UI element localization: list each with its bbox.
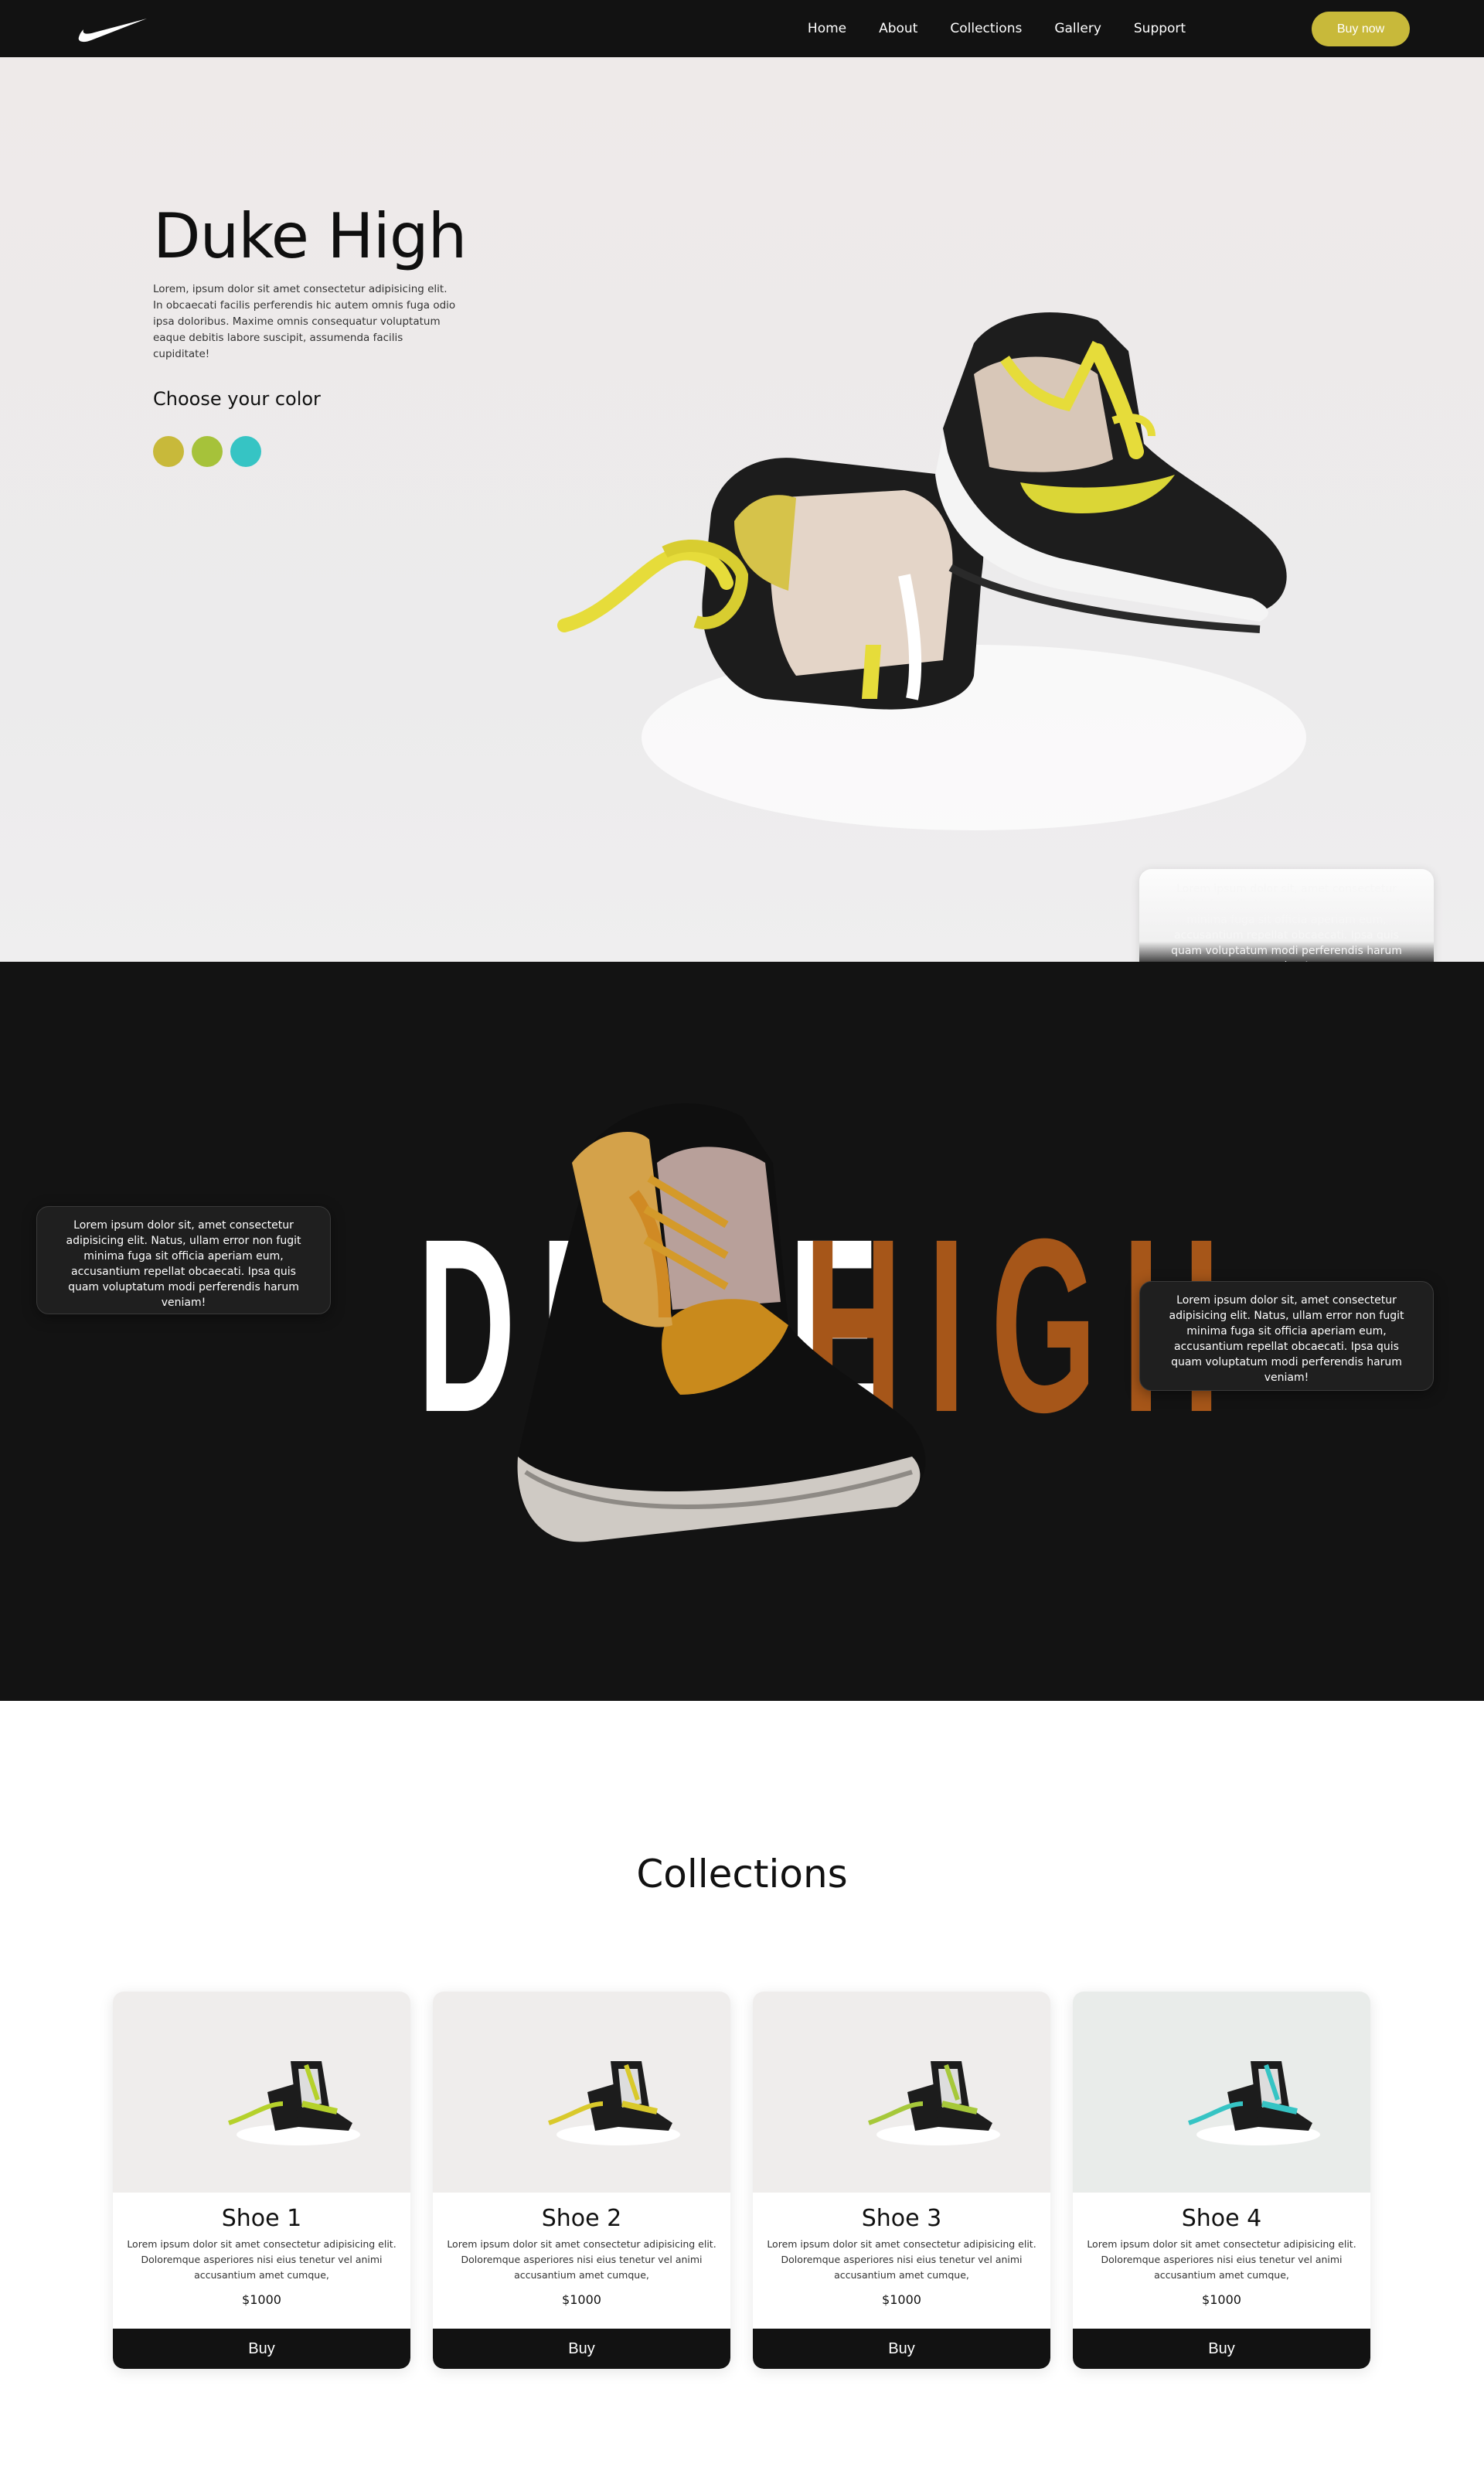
product-image [753,1992,1050,2193]
color-swatch-lime[interactable] [192,436,223,467]
top-navbar: Home About Collections Gallery Support B… [0,0,1484,57]
color-swatch-mustard[interactable] [153,436,184,467]
product-description: Lorem ipsum dolor sit amet consectetur a… [1087,2238,1356,2281]
hero-info-card: Lorem ipsum dolor sit, amet consectetur … [1139,869,1434,962]
nav-link-about[interactable]: About [879,20,917,37]
product-image [1073,1992,1370,2193]
product-price: $1000 [882,2292,921,2307]
hero-section: Duke High Lorem, ipsum dolor sit amet co… [0,57,1484,962]
nav-link-support[interactable]: Support [1134,20,1186,37]
product-card: Shoe 3 Lorem ipsum dolor sit amet consec… [753,1992,1050,2369]
hero-sneaker-image [557,312,1306,830]
nav-link-collections[interactable]: Collections [950,20,1022,37]
product-name: Shoe 3 [861,2205,942,2232]
product-buy-button[interactable]: Buy [433,2329,730,2369]
nav-link-gallery[interactable]: Gallery [1054,20,1101,37]
product-description: Lorem ipsum dolor sit amet consectetur a… [127,2238,397,2281]
product-buy-button[interactable]: Buy [1073,2329,1370,2369]
nav-link-home[interactable]: Home [808,20,846,37]
color-swatches [153,436,261,467]
showcase-section: DUKE HIGH Lorem ipsum dolor sit, amet co… [0,962,1484,1701]
showcase-right-card-text: Lorem ipsum dolor sit, amet consectetur … [1169,1294,1404,1384]
product-image [433,1992,730,2193]
color-swatch-teal[interactable] [230,436,261,467]
product-price: $1000 [562,2292,601,2307]
product-card: Shoe 2 Lorem ipsum dolor sit amet consec… [433,1992,730,2369]
product-description: Lorem ipsum dolor sit amet consectetur a… [447,2238,716,2281]
hero-description: Lorem, ipsum dolor sit amet consectetur … [153,283,456,360]
showcase-left-card-text: Lorem ipsum dolor sit, amet consectetur … [66,1219,301,1309]
product-description: Lorem ipsum dolor sit amet consectetur a… [767,2238,1036,2281]
nav-links: Home About Collections Gallery Support [0,20,1484,37]
product-image [113,1992,410,2193]
hero-info-card-text: Lorem ipsum dolor sit, amet consectetur … [1169,883,1404,962]
product-card: Shoe 1 Lorem ipsum dolor sit amet consec… [113,1992,410,2369]
product-buy-button[interactable]: Buy [113,2329,410,2369]
showcase-left-card: Lorem ipsum dolor sit, amet consectetur … [36,1206,331,1314]
showcase-right-card: Lorem ipsum dolor sit, amet consectetur … [1139,1281,1434,1391]
showcase-sneaker-image [516,1103,926,1542]
product-buy-button[interactable]: Buy [753,2329,1050,2369]
collections-section: Collections Shoe 1 Lorem ipsum dolor sit… [0,1701,1484,2474]
product-grid: Shoe 1 Lorem ipsum dolor sit amet consec… [113,1992,1370,2369]
hero-title: Duke High [153,200,467,272]
product-price: $1000 [1202,2292,1241,2307]
product-card: Shoe 4 Lorem ipsum dolor sit amet consec… [1073,1992,1370,2369]
product-name: Shoe 2 [541,2205,622,2232]
product-name: Shoe 1 [221,2205,302,2232]
product-price: $1000 [242,2292,281,2307]
product-name: Shoe 4 [1181,2205,1262,2232]
choose-color-label: Choose your color [153,388,321,410]
collections-title: Collections [636,1852,848,1896]
buy-now-button[interactable]: Buy now [1312,12,1410,46]
